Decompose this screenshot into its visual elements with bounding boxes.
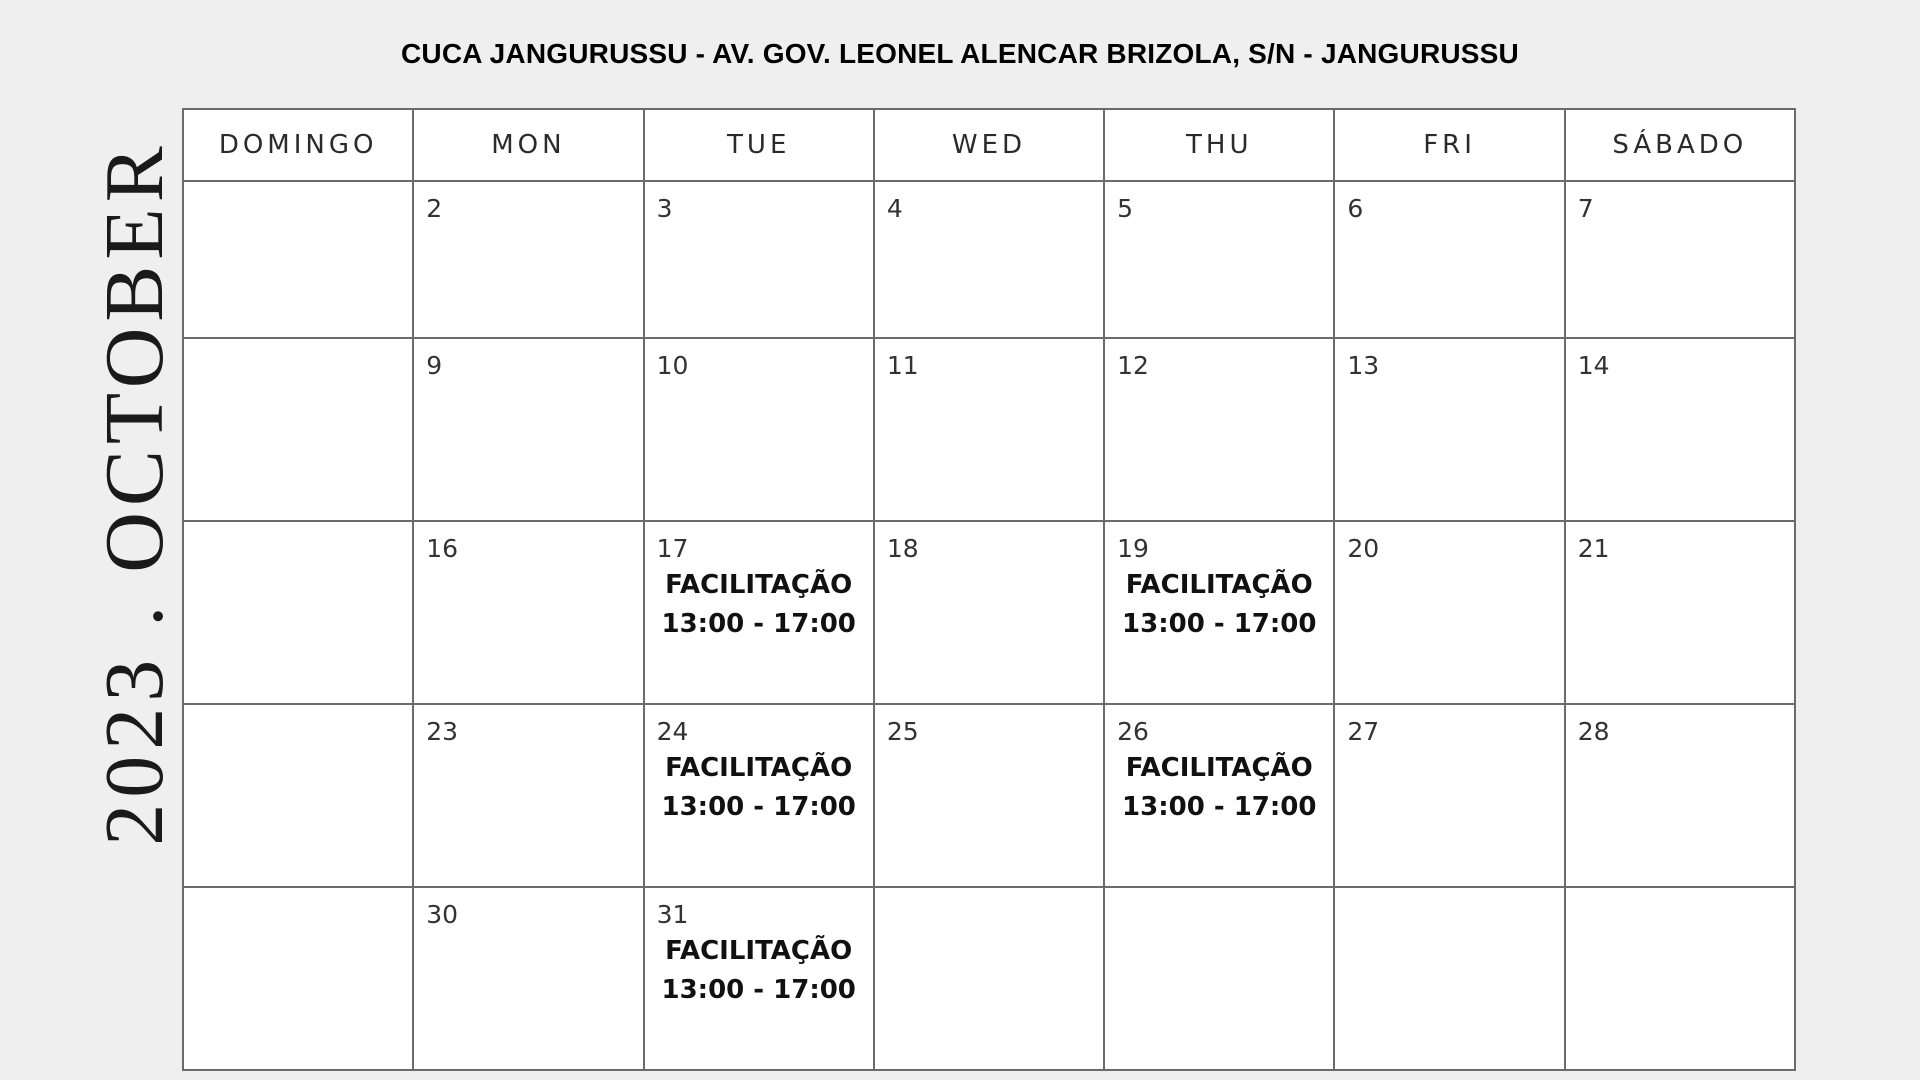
day-number: 14 [1577, 351, 1610, 380]
calendar-day-cell: 24 FACILITAÇÃO 13:00 - 17:00 [642, 703, 875, 888]
calendar-day-cell: 28 [1563, 703, 1797, 888]
day-number: 28 [1577, 717, 1610, 746]
calendar-day-cell [181, 520, 415, 705]
calendar-day-cell [181, 886, 415, 1071]
calendar-day-cell: 12 [1103, 337, 1336, 522]
day-number: 26 [1117, 717, 1149, 746]
event-time: 13:00 - 17:00 [661, 792, 856, 822]
calendar-day-cell: 11 [872, 337, 1106, 522]
event-time: 13:00 - 17:00 [1122, 792, 1317, 822]
calendar-day-cell [1563, 886, 1797, 1071]
calendar-day-cell [1333, 886, 1566, 1071]
calendar-day-cell: 6 [1333, 180, 1566, 339]
weekday-header-row: DOMINGO MON TUE WED THU FRI SÁBADO [181, 108, 1797, 182]
day-number: 23 [426, 717, 459, 746]
weekday-header-monday: MON [412, 108, 645, 182]
calendar-day-cell: 16 [412, 520, 645, 705]
event-title: FACILITAÇÃO [1125, 570, 1313, 600]
day-number: 6 [1347, 194, 1364, 223]
day-number: 12 [1117, 351, 1149, 380]
day-number: 21 [1577, 534, 1610, 563]
day-number: 30 [426, 900, 459, 929]
day-number: 24 [656, 717, 689, 746]
page-title: CUCA JANGURUSSU - AV. GOV. LEONEL ALENCA… [401, 38, 1519, 69]
calendar-day-cell: 3 [642, 180, 875, 339]
day-number: 31 [656, 900, 689, 929]
day-number: 17 [656, 534, 689, 563]
weekday-header-thursday: THU [1103, 108, 1336, 182]
calendar-day-cell [181, 703, 415, 888]
calendar-week-row: 23 24 FACILITAÇÃO 13:00 - 17:00 25 26 FACILITA… [181, 703, 1797, 888]
calendar-day-cell: 13 [1333, 337, 1566, 522]
day-number: 18 [886, 534, 919, 563]
weekday-header-saturday: SÁBADO [1563, 108, 1797, 182]
calendar-day-cell: 5 [1103, 180, 1336, 339]
day-number: 19 [1117, 534, 1149, 563]
calendar-day-cell: 25 [872, 703, 1106, 888]
calendar-day-cell: 31 FACILITAÇÃO 13:00 - 17:00 [642, 886, 875, 1071]
event-time: 13:00 - 17:00 [661, 609, 856, 639]
calendar-week-row: 2 3 4 5 6 7 [181, 180, 1797, 339]
day-number: 2 [426, 194, 443, 223]
calendar-day-cell [872, 886, 1106, 1071]
day-number: 27 [1347, 717, 1380, 746]
calendar-grid: DOMINGO MON TUE WED THU FRI SÁBADO 23456… [181, 108, 1797, 1071]
calendar-day-cell: 4 [872, 180, 1106, 339]
calendar-day-cell: 23 [412, 703, 645, 888]
month-year-label: 2023 . OCTOBER [88, 140, 182, 846]
calendar-day-cell: 14 [1563, 337, 1797, 522]
event-title: FACILITAÇÃO [665, 936, 853, 966]
calendar-day-cell: 21 [1563, 520, 1797, 705]
day-number: 25 [886, 717, 919, 746]
event-title: FACILITAÇÃO [665, 570, 853, 600]
weekday-header-friday: FRI [1333, 108, 1566, 182]
calendar-day-cell: 2 [412, 180, 645, 339]
day-number: 4 [886, 194, 903, 223]
day-number: 16 [426, 534, 459, 563]
day-number: 7 [1577, 194, 1594, 223]
weekday-header-tuesday: TUE [642, 108, 875, 182]
day-number: 11 [886, 351, 919, 380]
calendar-day-cell: 20 [1333, 520, 1566, 705]
weekday-header-wednesday: WED [872, 108, 1106, 182]
weekday-header-sunday: DOMINGO [181, 108, 415, 182]
day-number: 13 [1347, 351, 1380, 380]
calendar-day-cell [181, 337, 415, 522]
calendar-day-cell: 17 FACILITAÇÃO 13:00 - 17:00 [642, 520, 875, 705]
event-time: 13:00 - 17:00 [661, 975, 856, 1005]
calendar-day-cell: 26 FACILITAÇÃO 13:00 - 17:00 [1103, 703, 1336, 888]
day-number: 20 [1347, 534, 1380, 563]
calendar-day-cell: 18 [872, 520, 1106, 705]
calendar-day-cell [181, 180, 415, 339]
calendar-day-cell: 27 [1333, 703, 1566, 888]
day-number: 3 [656, 194, 673, 223]
calendar-day-cell: 19 FACILITAÇÃO 13:00 - 17:00 [1103, 520, 1336, 705]
calendar-day-cell: 30 [412, 886, 645, 1071]
event-time: 13:00 - 17:00 [1122, 609, 1317, 639]
day-number: 10 [656, 351, 689, 380]
calendar-week-row: 30 31 FACILITAÇÃO 13:00 - 17:00 [181, 886, 1797, 1071]
calendar-day-cell: 9 [412, 337, 645, 522]
calendar-day-cell: 7 [1563, 180, 1797, 339]
event-title: FACILITAÇÃO [1125, 753, 1313, 783]
event-title: FACILITAÇÃO [665, 753, 853, 783]
day-number: 5 [1117, 194, 1134, 223]
calendar-week-row: 16 17 FACILITAÇÃO 13:00 - 17:00 18 19 FACILITA… [181, 520, 1797, 705]
calendar-day-cell [1103, 886, 1336, 1071]
calendar-day-cell: 10 [642, 337, 875, 522]
calendar-week-row: 9 10 11 12 13 14 [181, 337, 1797, 522]
day-number: 9 [426, 351, 443, 380]
